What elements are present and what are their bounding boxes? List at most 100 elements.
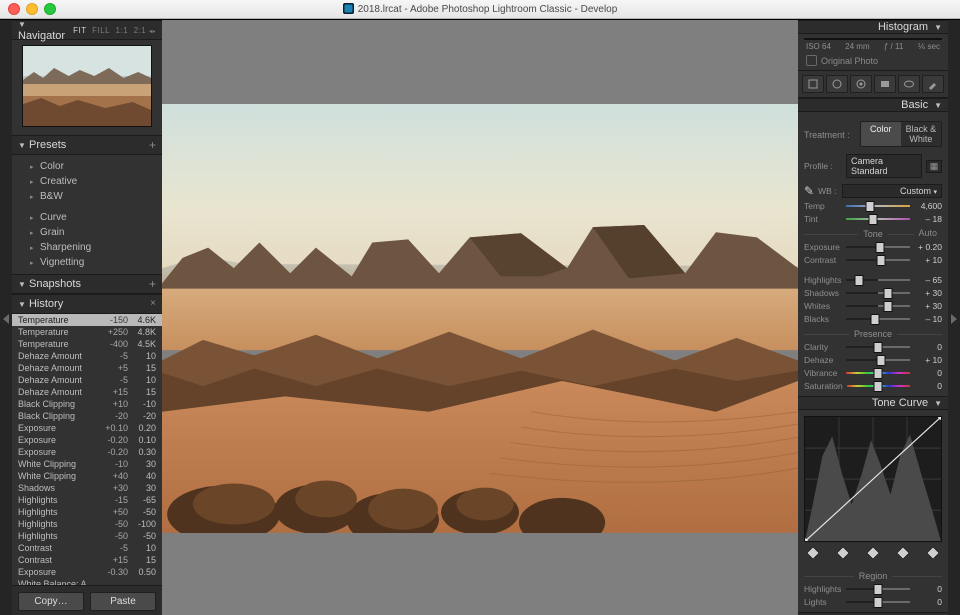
clarity-slider[interactable] bbox=[846, 342, 910, 352]
left-panel-collapse-grip[interactable] bbox=[0, 20, 12, 615]
basic-title: Basic bbox=[901, 99, 928, 111]
tone-curve-split-handles[interactable] bbox=[808, 548, 938, 558]
wb-dropdown[interactable]: Custom ▾ bbox=[842, 184, 942, 198]
history-row[interactable]: White Clipping-1030 bbox=[12, 458, 162, 470]
tone-curve-graph[interactable] bbox=[804, 416, 942, 542]
preview-thumbnail bbox=[23, 46, 151, 126]
history-row[interactable]: Temperature+2504.8K bbox=[12, 326, 162, 338]
preset-group[interactable]: Vignetting bbox=[12, 255, 162, 270]
profile-label: Profile : bbox=[804, 161, 842, 171]
graduated-filter-tool[interactable] bbox=[874, 75, 896, 93]
treatment-bw[interactable]: Black & White bbox=[901, 122, 941, 146]
history-row[interactable]: Dehaze Amount-510 bbox=[12, 374, 162, 386]
preset-group[interactable]: Sharpening bbox=[12, 240, 162, 255]
temp-value[interactable]: 4,600 bbox=[914, 201, 942, 211]
add-preset-button[interactable]: + bbox=[149, 139, 156, 151]
history-header[interactable]: ▼ History × bbox=[12, 294, 162, 314]
paste-settings-button[interactable]: Paste bbox=[90, 592, 156, 611]
saturation-slider[interactable] bbox=[847, 381, 910, 391]
contrast-slider[interactable] bbox=[846, 255, 910, 265]
preset-group[interactable]: Curve bbox=[12, 210, 162, 225]
snapshots-title: Snapshots bbox=[29, 278, 81, 290]
history-title: History bbox=[29, 298, 63, 310]
history-row[interactable]: Dehaze Amount+515 bbox=[12, 362, 162, 374]
eyedropper-icon[interactable]: ✎ bbox=[804, 184, 814, 198]
history-row[interactable]: Exposure-0.300.50 bbox=[12, 566, 162, 578]
navigator-zoom-modes[interactable]: FIT FILL 1:1 2:1 ◂▸ bbox=[73, 26, 156, 35]
histogram-header[interactable]: Histogram ▼ bbox=[798, 20, 948, 34]
histogram-graph[interactable] bbox=[804, 38, 942, 40]
tone-curve-header[interactable]: Tone Curve ▼ bbox=[798, 396, 948, 410]
vibrance-slider[interactable] bbox=[846, 368, 910, 378]
tc-highlights-slider[interactable] bbox=[846, 584, 910, 594]
histogram-title: Histogram bbox=[878, 21, 928, 33]
red-eye-tool[interactable] bbox=[850, 75, 872, 93]
region-subhead: Region bbox=[854, 571, 893, 581]
chevron-down-icon: ▼ bbox=[18, 141, 26, 150]
blacks-slider[interactable] bbox=[846, 314, 910, 324]
tint-value[interactable]: – 18 bbox=[914, 214, 942, 224]
history-row[interactable]: Shadows+3030 bbox=[12, 482, 162, 494]
dehaze-slider[interactable] bbox=[846, 355, 910, 365]
add-snapshot-button[interactable]: + bbox=[149, 278, 156, 290]
clear-history-button[interactable]: × bbox=[150, 299, 156, 309]
crop-tool[interactable] bbox=[802, 75, 824, 93]
history-row[interactable]: White Clipping+4040 bbox=[12, 470, 162, 482]
history-row[interactable]: Exposure+0.100.20 bbox=[12, 422, 162, 434]
chevron-down-icon: ▼ bbox=[934, 399, 942, 408]
treatment-color[interactable]: Color bbox=[861, 122, 901, 146]
shadows-slider[interactable] bbox=[846, 288, 910, 298]
history-row[interactable]: Exposure-0.200.30 bbox=[12, 446, 162, 458]
develop-photo bbox=[162, 104, 798, 533]
history-row[interactable]: Exposure-0.200.10 bbox=[12, 434, 162, 446]
history-row[interactable]: Black Clipping+10-10 bbox=[12, 398, 162, 410]
preset-group[interactable]: B&W bbox=[12, 189, 162, 204]
lightroom-app-icon bbox=[343, 3, 354, 14]
profile-dropdown[interactable]: Camera Standard bbox=[846, 154, 922, 178]
snapshots-header[interactable]: ▼ Snapshots + bbox=[12, 274, 162, 294]
copy-settings-button[interactable]: Copy… bbox=[18, 592, 84, 611]
basic-header[interactable]: Basic ▼ bbox=[798, 98, 948, 112]
history-row[interactable]: Dehaze Amount+1515 bbox=[12, 386, 162, 398]
tc-lights-slider[interactable] bbox=[846, 597, 910, 607]
history-row[interactable]: Contrast+1515 bbox=[12, 554, 162, 566]
history-row[interactable]: Highlights-50-100 bbox=[12, 518, 162, 530]
adjustment-brush-tool[interactable] bbox=[922, 75, 944, 93]
presets-tree: Color Creative B&W Curve Grain Sharpenin… bbox=[12, 155, 162, 274]
preset-group[interactable]: Creative bbox=[12, 174, 162, 189]
navigator-header[interactable]: ▼ Navigator FIT FILL 1:1 2:1 ◂▸ bbox=[12, 20, 162, 40]
radial-filter-tool[interactable] bbox=[898, 75, 920, 93]
auto-tone-button[interactable]: Auto bbox=[914, 228, 942, 238]
profile-browser-icon[interactable]: ▦ bbox=[926, 160, 942, 173]
original-photo-toggle[interactable]: Original Photo bbox=[798, 53, 948, 70]
chevron-down-icon: ▼ bbox=[934, 101, 942, 110]
main-preview-area[interactable] bbox=[162, 20, 798, 615]
highlights-slider[interactable] bbox=[846, 275, 910, 285]
preset-group[interactable]: Grain bbox=[12, 225, 162, 240]
history-row[interactable]: Dehaze Amount-510 bbox=[12, 350, 162, 362]
treatment-label: Treatment : bbox=[804, 130, 850, 140]
preset-group[interactable]: Color bbox=[12, 159, 162, 174]
tint-slider[interactable] bbox=[846, 214, 910, 224]
presence-subhead: Presence bbox=[849, 329, 897, 339]
history-row[interactable]: Highlights-15-65 bbox=[12, 494, 162, 506]
history-row[interactable]: Temperature-1504.6K bbox=[12, 314, 162, 326]
navigator-preview[interactable] bbox=[22, 45, 152, 127]
history-row[interactable]: Contrast-510 bbox=[12, 542, 162, 554]
whites-slider[interactable] bbox=[846, 301, 910, 311]
history-row[interactable]: Black Clipping-20-20 bbox=[12, 410, 162, 422]
spot-removal-tool[interactable] bbox=[826, 75, 848, 93]
presets-header[interactable]: ▼ Presets + bbox=[12, 135, 162, 155]
chevron-down-icon: ▼ bbox=[18, 280, 26, 289]
exposure-slider[interactable] bbox=[846, 242, 910, 252]
chevron-down-icon: ▼ bbox=[18, 300, 26, 309]
history-row[interactable]: Temperature-4004.5K bbox=[12, 338, 162, 350]
tool-strip bbox=[798, 70, 948, 98]
history-row[interactable]: White Balance: As Shot bbox=[12, 578, 162, 585]
history-row[interactable]: Highlights+50-50 bbox=[12, 506, 162, 518]
right-panel-collapse-grip[interactable] bbox=[948, 20, 960, 615]
history-row[interactable]: Highlights-50-50 bbox=[12, 530, 162, 542]
temp-slider[interactable] bbox=[846, 201, 910, 211]
history-list: Temperature-1504.6KTemperature+2504.8KTe… bbox=[12, 314, 162, 585]
tone-curve-title: Tone Curve bbox=[872, 397, 928, 409]
